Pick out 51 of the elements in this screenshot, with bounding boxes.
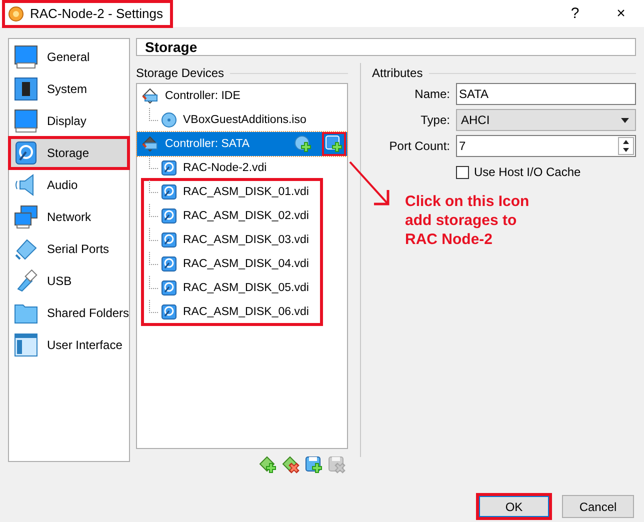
add-controller-icon[interactable] (259, 456, 277, 474)
sidebar-item[interactable]: Shared Folders (9, 297, 129, 329)
field-label: Name: (414, 87, 450, 101)
help-button[interactable]: ? (552, 5, 598, 22)
section-label: Attributes (372, 66, 423, 80)
optical-disc-icon (161, 112, 177, 128)
cancel-button[interactable]: Cancel (562, 495, 634, 518)
tree-item[interactable]: RAC_ASM_DISK_06.vdi (143, 300, 313, 324)
window-title: RAC-Node-2 - Settings (30, 6, 163, 21)
sidebar-item[interactable]: User Interface (9, 329, 129, 361)
arrow-drawing (349, 161, 390, 206)
serial-port-icon (14, 237, 38, 261)
page-header: Storage (136, 38, 636, 56)
sidebar-item[interactable]: Serial Ports (9, 233, 129, 265)
section-label: Storage Devices (136, 66, 224, 80)
tree-item[interactable]: Controller: SATA (137, 132, 347, 156)
chip-icon (14, 77, 38, 101)
tree-item[interactable]: RAC-Node-2.vdi (137, 156, 347, 180)
sidebar-item[interactable]: USB (9, 265, 129, 297)
checkbox-label: Use Host I/O Cache (474, 165, 581, 179)
field-label: Type: (420, 113, 450, 127)
port-count-spinbox[interactable]: 7 (456, 135, 636, 157)
field-label: Port Count: (388, 139, 450, 153)
checkbox[interactable] (456, 166, 469, 178)
tree-item[interactable]: RAC_ASM_DISK_05.vdi (143, 276, 313, 300)
app-icon (8, 6, 24, 22)
annotation-text: Click on this Icon add storages to RAC Node-2 (405, 192, 530, 249)
tree-item[interactable]: VBoxGuestAdditions.iso (137, 108, 347, 132)
tree-item[interactable]: RAC_ASM_DISK_02.vdi (143, 204, 313, 228)
sidebar-item[interactable]: Storage (9, 137, 129, 169)
network-icon (14, 205, 38, 229)
sidebar-item[interactable]: System (9, 73, 129, 105)
type-dropdown[interactable]: AHCI (456, 109, 636, 131)
tree-item[interactable]: RAC_ASM_DISK_03.vdi (143, 228, 313, 252)
add-attachment-icon[interactable] (305, 456, 323, 474)
sidebar-item[interactable]: Audio (9, 169, 129, 201)
tree-item[interactable]: RAC_ASM_DISK_04.vdi (143, 252, 313, 276)
sidebar-item[interactable]: General (9, 41, 129, 73)
controller-icon (141, 136, 159, 152)
ok-button[interactable]: OK (476, 493, 552, 520)
remove-controller-icon[interactable] (282, 456, 300, 474)
controller-icon (141, 88, 159, 104)
sidebar-item[interactable]: Network (9, 201, 129, 233)
sidebar-item[interactable]: Display (9, 105, 129, 137)
tree-item[interactable]: RAC_ASM_DISK_01.vdi (143, 180, 313, 204)
window-layout-icon (14, 333, 38, 357)
name-field[interactable]: SATA (456, 83, 636, 105)
monitor-icon (14, 109, 38, 133)
close-button[interactable]: × (598, 5, 644, 22)
tree-item[interactable]: Controller: IDE (137, 84, 347, 108)
monitor-icon (14, 45, 38, 69)
